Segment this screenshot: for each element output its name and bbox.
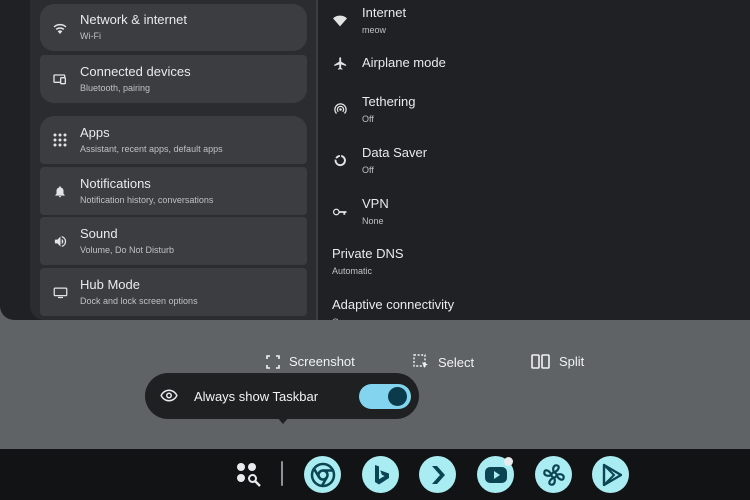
setting-title: Airplane mode bbox=[362, 55, 446, 70]
app-launcher-icon[interactable] bbox=[235, 461, 263, 489]
popup-pointer bbox=[276, 416, 290, 424]
setting-airplane-mode[interactable]: Airplane mode bbox=[332, 55, 446, 71]
setting-subtitle: meow bbox=[362, 25, 387, 35]
data-saver-icon bbox=[332, 153, 348, 169]
category-title: Notifications bbox=[80, 175, 151, 191]
toggle-knob bbox=[388, 387, 407, 406]
network-settings-detail: Internet meow Airplane mode Tethering Of… bbox=[318, 0, 750, 320]
wifi-icon bbox=[332, 13, 348, 29]
chrome-icon[interactable] bbox=[304, 456, 341, 493]
wifi-icon bbox=[40, 20, 80, 36]
category-title: Connected devices bbox=[80, 63, 191, 79]
apps-grid-icon bbox=[40, 133, 80, 147]
taskbar bbox=[0, 449, 750, 500]
category-title: Hub Mode bbox=[80, 276, 140, 292]
screen: Network & internet Wi-Fi Connected devic… bbox=[0, 0, 750, 500]
settings-category-list: Network & internet Wi-Fi Connected devic… bbox=[30, 0, 316, 320]
category-connected-devices[interactable]: Connected devices Bluetooth, pairing bbox=[40, 55, 307, 103]
hotspot-icon bbox=[332, 102, 348, 118]
category-sound[interactable]: Sound Volume, Do Not Disturb bbox=[40, 217, 307, 265]
category-subtitle: Volume, Do Not Disturb bbox=[80, 244, 175, 255]
split-label: Split bbox=[559, 354, 585, 369]
setting-private-dns[interactable]: Private DNS Automatic bbox=[332, 246, 404, 277]
category-subtitle: Dock and lock screen options bbox=[80, 295, 198, 306]
screenshot-button[interactable]: Screenshot bbox=[266, 354, 355, 369]
always-show-taskbar-label: Always show Taskbar bbox=[194, 389, 319, 404]
setting-title: Private DNS bbox=[332, 246, 404, 261]
category-notifications[interactable]: Notifications Notification history, conv… bbox=[40, 167, 307, 215]
setting-data-saver[interactable]: Data Saver Off bbox=[332, 145, 427, 176]
setting-subtitle: On bbox=[332, 316, 454, 320]
always-show-taskbar-toggle[interactable] bbox=[359, 384, 411, 409]
setting-title: Tethering bbox=[362, 94, 416, 109]
setting-subtitle: Off bbox=[362, 165, 374, 175]
category-subtitle: Wi-Fi bbox=[80, 31, 101, 41]
setting-subtitle: None bbox=[362, 216, 384, 226]
setting-title: Internet bbox=[362, 5, 407, 20]
airplane-icon bbox=[332, 55, 348, 71]
category-title: Sound bbox=[80, 225, 118, 241]
bell-icon bbox=[40, 184, 80, 199]
category-title: Network & internet bbox=[80, 12, 187, 27]
setting-adaptive-connectivity[interactable]: Adaptive connectivity On bbox=[332, 297, 454, 320]
play-store-icon[interactable] bbox=[592, 456, 629, 493]
setting-subtitle: Automatic bbox=[332, 266, 373, 276]
devices-icon bbox=[40, 71, 80, 87]
category-subtitle: Bluetooth, pairing bbox=[80, 82, 151, 93]
taskbar-separator bbox=[281, 461, 283, 486]
notification-dot bbox=[504, 457, 513, 466]
vpn-key-icon bbox=[332, 204, 348, 220]
setting-title: VPN bbox=[362, 196, 389, 211]
screenshot-label: Screenshot bbox=[289, 354, 355, 369]
screenshot-icon bbox=[266, 354, 280, 369]
prime-video-icon[interactable] bbox=[419, 456, 456, 493]
category-hub-mode[interactable]: Hub Mode Dock and lock screen options bbox=[40, 268, 307, 316]
setting-internet[interactable]: Internet meow bbox=[332, 5, 406, 36]
select-icon bbox=[413, 354, 428, 368]
setting-title: Data Saver bbox=[362, 145, 428, 160]
settings-window: Network & internet Wi-Fi Connected devic… bbox=[0, 0, 750, 320]
select-label: Select bbox=[438, 354, 475, 370]
monitor-icon bbox=[40, 286, 80, 299]
category-subtitle: Notification history, conversations bbox=[80, 194, 214, 205]
category-subtitle: Assistant, recent apps, default apps bbox=[80, 143, 223, 154]
eye-icon bbox=[160, 389, 178, 402]
volume-icon bbox=[40, 234, 80, 249]
setting-tethering[interactable]: Tethering Off bbox=[332, 94, 415, 125]
select-button[interactable]: Select bbox=[413, 354, 474, 370]
taskbar-popup: Always show Taskbar bbox=[145, 373, 419, 419]
category-network-internet[interactable]: Network & internet Wi-Fi bbox=[40, 4, 307, 51]
setting-subtitle: Off bbox=[362, 114, 374, 124]
setting-title: Adaptive connectivity bbox=[332, 297, 455, 312]
split-screen-icon bbox=[531, 354, 550, 369]
split-button[interactable]: Split bbox=[531, 354, 584, 369]
category-title: Apps bbox=[80, 124, 110, 140]
setting-vpn[interactable]: VPN None bbox=[332, 196, 389, 227]
bing-icon[interactable] bbox=[362, 456, 399, 493]
category-apps[interactable]: Apps Assistant, recent apps, default app… bbox=[40, 116, 307, 164]
fan-app-icon[interactable] bbox=[535, 456, 572, 493]
